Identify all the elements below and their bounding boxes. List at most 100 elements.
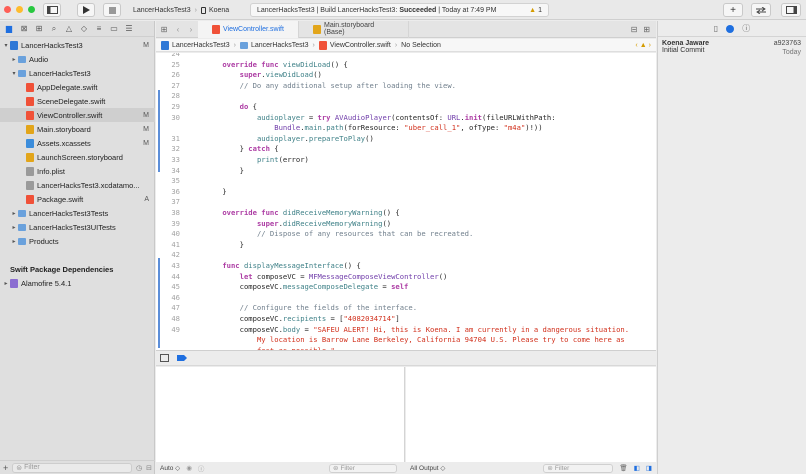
file-tree-row[interactable]: ▸ LancerHacksTest3Tests bbox=[0, 206, 155, 220]
code-line[interactable]: 48 composeVC.recipients = ["4082034714"] bbox=[156, 314, 656, 325]
code-line[interactable]: 30 audioplayer = try AVAudioPlayer(conte… bbox=[156, 113, 656, 124]
code-line[interactable]: 47 // Configure the fields of the interf… bbox=[156, 303, 656, 314]
quick-help-icon[interactable]: ⓘ bbox=[742, 23, 750, 34]
file-tree-row[interactable]: LaunchScreen.storyboard bbox=[0, 150, 155, 164]
code-line[interactable]: 39 super.didReceiveMemoryWarning() bbox=[156, 219, 656, 230]
code-line[interactable]: 27 // Do any additional setup after load… bbox=[156, 81, 656, 92]
file-tree-row[interactable]: Main.storyboard M bbox=[0, 122, 155, 136]
console-filter-input[interactable]: ⊜ Filter bbox=[543, 463, 614, 473]
file-inspector-icon[interactable]: ▯ bbox=[714, 24, 718, 33]
breadcrumb-file[interactable]: ViewController.swift bbox=[330, 42, 391, 49]
find-icon[interactable]: ⌕ bbox=[49, 24, 59, 34]
stop-button[interactable] bbox=[103, 3, 121, 17]
code-line[interactable]: 46 bbox=[156, 293, 656, 304]
commit-entry[interactable]: Koena Jaware Initial Commit a923763 Toda… bbox=[658, 37, 806, 63]
hide-debug-area-icon[interactable] bbox=[160, 354, 169, 362]
code-line[interactable]: 24 bbox=[156, 53, 656, 60]
back-icon[interactable]: ‹ bbox=[172, 25, 184, 34]
code-line[interactable]: Bundle.main.path(forResource: "uber_call… bbox=[156, 123, 656, 134]
library-button[interactable]: + bbox=[723, 3, 743, 17]
file-tree-row[interactable]: Assets.xcassets M bbox=[0, 136, 155, 150]
disclosure-triangle-icon[interactable]: ▸ bbox=[2, 280, 10, 287]
variables-filter-input[interactable]: ⊜ Filter bbox=[329, 463, 397, 473]
file-tree-row[interactable]: ▾ LancerHacksTest3 M bbox=[0, 38, 155, 52]
info-icon[interactable]: ⓘ bbox=[198, 463, 205, 473]
code-line[interactable]: 36 } bbox=[156, 187, 656, 198]
history-inspector-icon[interactable] bbox=[726, 24, 735, 33]
code-line[interactable]: 42 bbox=[156, 250, 656, 261]
code-line[interactable]: 33 print(error) bbox=[156, 155, 656, 166]
breadcrumb-project[interactable]: LancerHacksTest3 bbox=[172, 42, 230, 49]
file-tree-row[interactable]: AppDelegate.swift bbox=[0, 80, 155, 94]
recent-files-icon[interactable]: ◷ bbox=[136, 464, 142, 472]
breakpoints-toggle-icon[interactable] bbox=[177, 355, 187, 361]
run-button[interactable] bbox=[77, 3, 95, 17]
eye-icon[interactable]: ◉ bbox=[186, 464, 192, 472]
code-line[interactable]: 26 super.viewDidLoad() bbox=[156, 70, 656, 81]
code-line[interactable]: My location is Barrow Lane Berkeley, Cal… bbox=[156, 335, 656, 346]
debug-icon[interactable]: ≡ bbox=[94, 24, 104, 34]
disclosure-triangle-icon[interactable]: ▸ bbox=[10, 56, 18, 63]
file-tree-row[interactable]: ▸ Products bbox=[0, 234, 155, 248]
editor-options-icon[interactable]: ⊞ bbox=[156, 25, 172, 34]
navigator-toggle-button[interactable] bbox=[43, 3, 61, 17]
file-tree-row[interactable]: Info.plist bbox=[0, 164, 155, 178]
code-review-button[interactable] bbox=[751, 3, 771, 17]
navigator-filter-input[interactable]: ⊜ Filter bbox=[12, 462, 133, 473]
code-line[interactable]: 38 override func didReceiveMemoryWarning… bbox=[156, 208, 656, 219]
breakpoint-icon[interactable]: ▭ bbox=[109, 24, 119, 34]
disclosure-triangle-icon[interactable]: ▸ bbox=[10, 224, 18, 231]
code-line[interactable]: 32 } catch { bbox=[156, 144, 656, 155]
file-tree-row[interactable]: LancerHacksTest3.xcdatamo... bbox=[0, 178, 155, 192]
tab-viewcontroller[interactable]: ViewController.swift bbox=[198, 20, 299, 38]
file-tree-row[interactable]: SceneDelegate.swift bbox=[0, 94, 155, 108]
breadcrumb-group[interactable]: LancerHacksTest3 bbox=[251, 42, 309, 49]
code-line[interactable]: 37 bbox=[156, 197, 656, 208]
trash-icon[interactable]: 🗑 bbox=[619, 464, 627, 472]
disclosure-triangle-icon[interactable]: ▸ bbox=[10, 238, 18, 245]
code-line[interactable]: 45 composeVC.messageComposeDelegate = se… bbox=[156, 282, 656, 293]
forward-icon[interactable]: › bbox=[184, 25, 198, 34]
issue-prev-icon[interactable]: ‹ bbox=[635, 42, 637, 49]
section-header[interactable]: Swift Package Dependencies bbox=[0, 262, 155, 276]
file-tree-row[interactable]: ▾ LancerHacksTest3 bbox=[0, 66, 155, 80]
scheme-selector[interactable]: LancerHacksTest3 › Koena bbox=[133, 3, 244, 17]
disclosure-triangle-icon[interactable]: ▾ bbox=[2, 42, 10, 49]
file-tree-row[interactable]: ViewController.swift M bbox=[0, 108, 155, 122]
symbol-icon[interactable]: ⊞ bbox=[34, 24, 44, 34]
code-line[interactable]: 40 // Dispose of any resources that can … bbox=[156, 229, 656, 240]
tab-main-storyboard[interactable]: Main.storyboard (Base) bbox=[299, 20, 409, 38]
add-icon[interactable]: + bbox=[3, 463, 8, 473]
code-line[interactable]: 25 override func viewDidLoad() { bbox=[156, 60, 656, 71]
source-editor[interactable]: 24 25 override func viewDidLoad() {26 sup… bbox=[156, 53, 656, 350]
code-line[interactable]: 29 do { bbox=[156, 102, 656, 113]
folder-icon[interactable]: ▆ bbox=[4, 24, 14, 34]
inspector-toggle-button[interactable] bbox=[781, 3, 801, 17]
source-control-icon[interactable]: ⊠ bbox=[19, 24, 29, 34]
split-right-icon[interactable]: ◨ bbox=[646, 464, 652, 472]
disclosure-triangle-icon[interactable]: ▸ bbox=[10, 210, 18, 217]
file-tree-row[interactable]: ▸ LancerHacksTest3UITests bbox=[0, 220, 155, 234]
file-tree-row[interactable]: ▸ Audio bbox=[0, 52, 155, 66]
minimize-window-button[interactable] bbox=[16, 6, 23, 13]
code-line[interactable]: 43 func displayMessageInterface() { bbox=[156, 261, 656, 272]
split-left-icon[interactable]: ◧ bbox=[634, 464, 640, 472]
scope-selector[interactable]: Auto ◇ bbox=[160, 464, 180, 472]
report-icon[interactable]: ☰ bbox=[124, 24, 134, 34]
close-window-button[interactable] bbox=[4, 6, 11, 13]
code-line[interactable]: 49 composeVC.body = "SAFEU ALERT! Hi, th… bbox=[156, 325, 656, 336]
split-editor-icon[interactable]: ⊟ bbox=[631, 25, 638, 34]
code-line[interactable]: 35 bbox=[156, 176, 656, 187]
issue-next-icon[interactable]: › bbox=[649, 42, 651, 49]
console-view[interactable] bbox=[406, 367, 656, 462]
add-editor-icon[interactable]: ⊞ bbox=[643, 25, 650, 34]
code-line[interactable]: 41 } bbox=[156, 240, 656, 251]
code-line[interactable]: 31 audioplayer.prepareToPlay() bbox=[156, 134, 656, 145]
code-line[interactable]: 34 } bbox=[156, 166, 656, 177]
issue-icon[interactable]: △ bbox=[64, 24, 74, 34]
code-line[interactable]: 28 bbox=[156, 91, 656, 102]
modified-files-icon[interactable]: ⊟ bbox=[146, 464, 152, 472]
breadcrumb-selection[interactable]: No Selection bbox=[401, 42, 441, 49]
disclosure-triangle-icon[interactable]: ▾ bbox=[10, 70, 18, 77]
file-tree-row[interactable]: ▸ Alamofire 5.4.1 bbox=[0, 276, 155, 290]
